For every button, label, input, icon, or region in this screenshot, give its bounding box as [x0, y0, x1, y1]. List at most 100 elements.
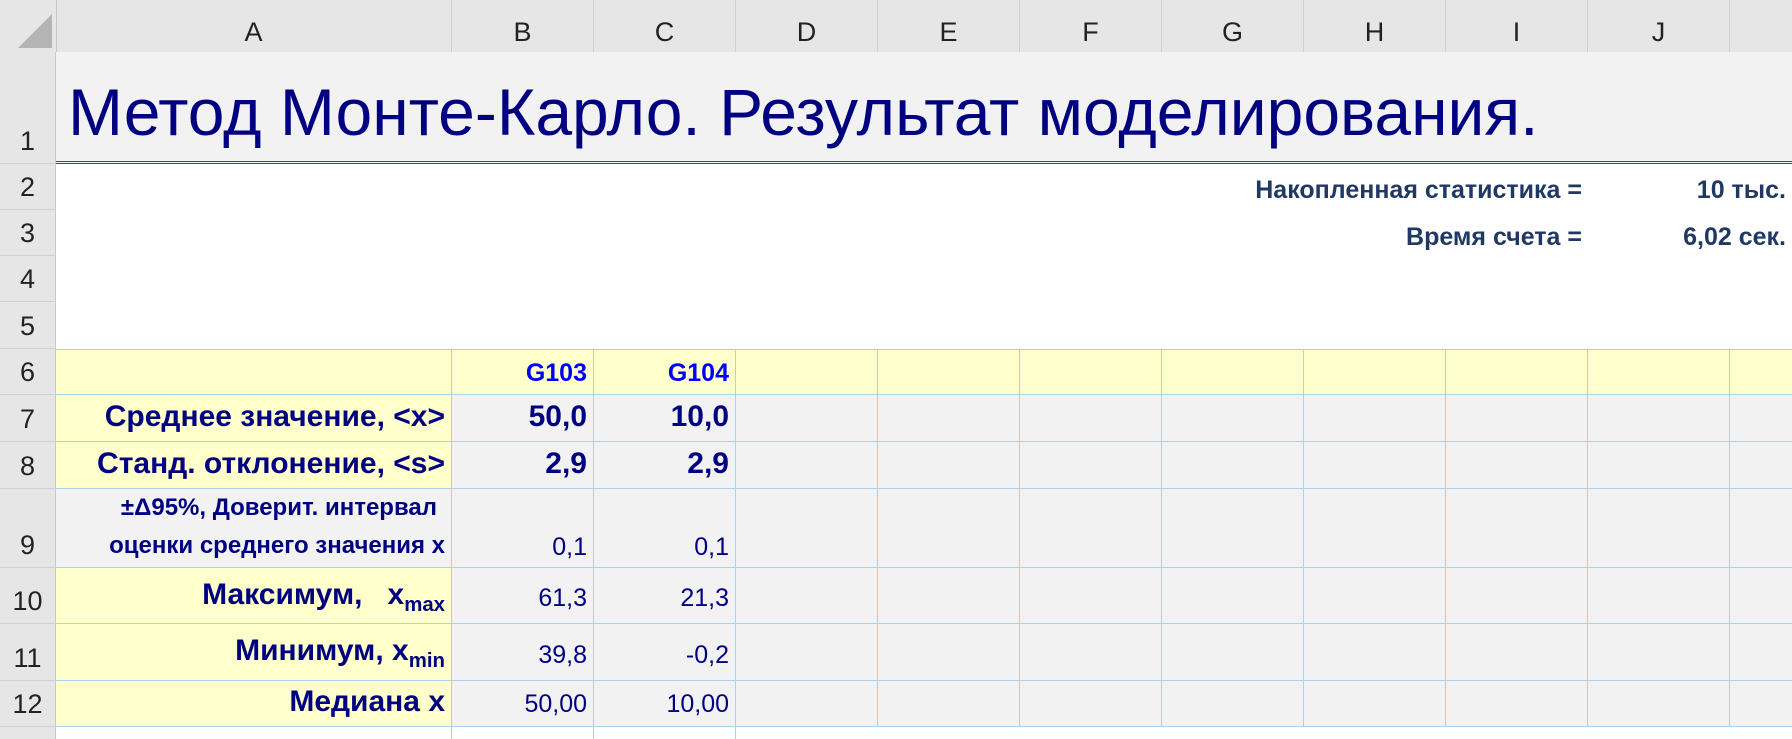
cell-k6[interactable]: [1730, 349, 1792, 395]
cell-f9[interactable]: [1020, 489, 1162, 568]
cell-b9[interactable]: 0,1: [452, 489, 594, 568]
cell-k12[interactable]: [1730, 681, 1792, 727]
row-header-7[interactable]: 7: [0, 395, 56, 442]
cell-h7[interactable]: [1304, 395, 1446, 442]
cell-j10[interactable]: [1588, 568, 1730, 624]
cell-c11[interactable]: -0,2: [594, 624, 736, 681]
cell-b6[interactable]: G103: [452, 349, 594, 395]
cell-d12[interactable]: [736, 681, 878, 727]
cell-e9[interactable]: [878, 489, 1020, 568]
cell-a8[interactable]: Станд. отклонение, <s>: [56, 442, 452, 489]
column-header-f[interactable]: F: [1020, 0, 1162, 52]
cell-j11[interactable]: [1588, 624, 1730, 681]
cell-f8[interactable]: [1020, 442, 1162, 489]
cell-i7[interactable]: [1446, 395, 1588, 442]
row-header-11[interactable]: 11: [0, 624, 56, 681]
cell-j8[interactable]: [1588, 442, 1730, 489]
row-header-9[interactable]: 9: [0, 489, 56, 568]
cell-k9[interactable]: [1730, 489, 1792, 568]
cell-h12[interactable]: [1304, 681, 1446, 727]
row-header-3[interactable]: 3: [0, 210, 56, 256]
column-header-h[interactable]: H: [1304, 0, 1446, 52]
row-header-2[interactable]: 2: [0, 164, 56, 210]
cell-e6[interactable]: [878, 349, 1020, 395]
cell-b7[interactable]: 50,0: [452, 395, 594, 442]
cell-i12[interactable]: [1446, 681, 1588, 727]
column-header-c[interactable]: C: [594, 0, 736, 52]
cell-d11[interactable]: [736, 624, 878, 681]
column-header-a[interactable]: A: [56, 0, 452, 52]
cell-h10[interactable]: [1304, 568, 1446, 624]
cell-j7[interactable]: [1588, 395, 1730, 442]
cell-d10[interactable]: [736, 568, 878, 624]
spreadsheet[interactable]: A B C D E F G H I J 1 2 3 4 5 6 7 8 9 10…: [0, 0, 1792, 739]
column-header-i[interactable]: I: [1446, 0, 1588, 52]
row-header-13[interactable]: [0, 727, 56, 739]
cell-h8[interactable]: [1304, 442, 1446, 489]
cell-h9[interactable]: [1304, 489, 1446, 568]
cell-a9[interactable]: ±Δ95%, Доверит. интервал оценки среднего…: [56, 489, 452, 568]
cell-g9[interactable]: [1162, 489, 1304, 568]
column-header-e[interactable]: E: [878, 0, 1020, 52]
cell-a11[interactable]: Минимум, xmin: [56, 624, 452, 681]
cell-d6[interactable]: [736, 349, 878, 395]
cell-i8[interactable]: [1446, 442, 1588, 489]
cell-b12[interactable]: 50,00: [452, 681, 594, 727]
cell-a13[interactable]: [56, 727, 452, 739]
select-all-button[interactable]: [0, 0, 57, 52]
row-header-5[interactable]: 5: [0, 302, 56, 349]
cell-h11[interactable]: [1304, 624, 1446, 681]
column-header-k[interactable]: [1730, 0, 1792, 52]
column-header-d[interactable]: D: [736, 0, 878, 52]
cell-c7[interactable]: 10,0: [594, 395, 736, 442]
cell-e12[interactable]: [878, 681, 1020, 727]
cell-k11[interactable]: [1730, 624, 1792, 681]
cell-j9[interactable]: [1588, 489, 1730, 568]
cell-f10[interactable]: [1020, 568, 1162, 624]
column-header-b[interactable]: B: [452, 0, 594, 52]
cell-b11[interactable]: 39,8: [452, 624, 594, 681]
cell-g10[interactable]: [1162, 568, 1304, 624]
cell-d8[interactable]: [736, 442, 878, 489]
cell-e7[interactable]: [878, 395, 1020, 442]
cell-a6[interactable]: [56, 349, 452, 395]
cell-c9[interactable]: 0,1: [594, 489, 736, 568]
row-header-6[interactable]: 6: [0, 349, 56, 395]
cell-a12[interactable]: Медиана x: [56, 681, 452, 727]
cell-e10[interactable]: [878, 568, 1020, 624]
cell-d9[interactable]: [736, 489, 878, 568]
cell-h6[interactable]: [1304, 349, 1446, 395]
cell-f11[interactable]: [1020, 624, 1162, 681]
cell-c10[interactable]: 21,3: [594, 568, 736, 624]
cell-e8[interactable]: [878, 442, 1020, 489]
column-header-j[interactable]: J: [1588, 0, 1730, 52]
cell-a10[interactable]: Максимум, xmax: [56, 568, 452, 624]
row-header-1[interactable]: 1: [0, 52, 56, 164]
cell-b10[interactable]: 61,3: [452, 568, 594, 624]
cell-k8[interactable]: [1730, 442, 1792, 489]
cell-e11[interactable]: [878, 624, 1020, 681]
column-header-g[interactable]: G: [1162, 0, 1304, 52]
row-header-10[interactable]: 10: [0, 568, 56, 624]
cell-f12[interactable]: [1020, 681, 1162, 727]
cell-g7[interactable]: [1162, 395, 1304, 442]
cell-g6[interactable]: [1162, 349, 1304, 395]
cell-k10[interactable]: [1730, 568, 1792, 624]
cell-i10[interactable]: [1446, 568, 1588, 624]
cell-b13[interactable]: [452, 727, 594, 739]
cell-g8[interactable]: [1162, 442, 1304, 489]
cell-j6[interactable]: [1588, 349, 1730, 395]
row-header-12[interactable]: 12: [0, 681, 56, 727]
cell-c12[interactable]: 10,00: [594, 681, 736, 727]
cell-c13[interactable]: [594, 727, 736, 739]
cell-i11[interactable]: [1446, 624, 1588, 681]
row-header-4[interactable]: 4: [0, 256, 56, 302]
cell-f6[interactable]: [1020, 349, 1162, 395]
cell-g11[interactable]: [1162, 624, 1304, 681]
cell-j12[interactable]: [1588, 681, 1730, 727]
cell-c6[interactable]: G104: [594, 349, 736, 395]
cell-i9[interactable]: [1446, 489, 1588, 568]
row-header-8[interactable]: 8: [0, 442, 56, 489]
cell-g12[interactable]: [1162, 681, 1304, 727]
cell-i6[interactable]: [1446, 349, 1588, 395]
